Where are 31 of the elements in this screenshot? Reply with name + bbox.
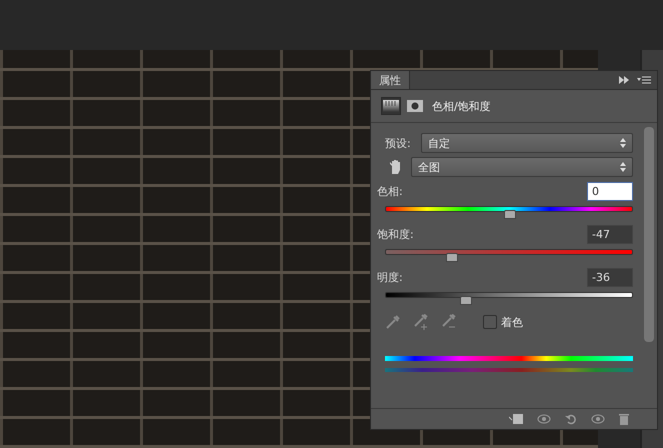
trash-icon[interactable] (619, 413, 629, 425)
slider-label: 明度: (377, 270, 403, 285)
reset-icon[interactable] (565, 413, 577, 425)
eyedropper-plus-icon[interactable] (413, 314, 429, 330)
value-field[interactable]: -36 (587, 268, 633, 287)
eyedropper-minus-icon[interactable] (441, 314, 457, 330)
preset-label: 预设: (385, 136, 412, 150)
clip-icon[interactable] (509, 413, 523, 425)
preset-dropdown[interactable]: 自定 (421, 133, 633, 153)
updown-arrows-icon (620, 162, 626, 172)
value-field[interactable]: -47 (587, 225, 633, 244)
collapse-icon[interactable] (619, 76, 629, 84)
panel-title: 色相/饱和度 (432, 98, 491, 114)
properties-tab[interactable]: 属性 (371, 71, 410, 89)
slider-label: 饱和度: (377, 227, 414, 242)
menu-icon[interactable] (637, 76, 651, 84)
channel-dropdown[interactable]: 全图 (411, 157, 633, 177)
adjustment-icon[interactable] (381, 97, 401, 115)
scrollbar-thumb[interactable] (644, 127, 654, 342)
eye-icon[interactable] (591, 414, 605, 424)
colorize-label: 着色 (501, 314, 523, 330)
value-field[interactable]: 0 (587, 182, 633, 201)
slider-label: 色相: (377, 184, 403, 199)
eye-icon[interactable] (537, 414, 551, 424)
slider-thumb[interactable] (446, 253, 458, 262)
mask-icon[interactable] (406, 98, 424, 114)
updown-arrows-icon (620, 138, 626, 148)
slider-thumb[interactable] (460, 296, 472, 305)
slider-thumb[interactable] (504, 210, 516, 219)
colorize-checkbox[interactable] (483, 315, 497, 329)
eyedropper-icon[interactable] (385, 314, 401, 330)
